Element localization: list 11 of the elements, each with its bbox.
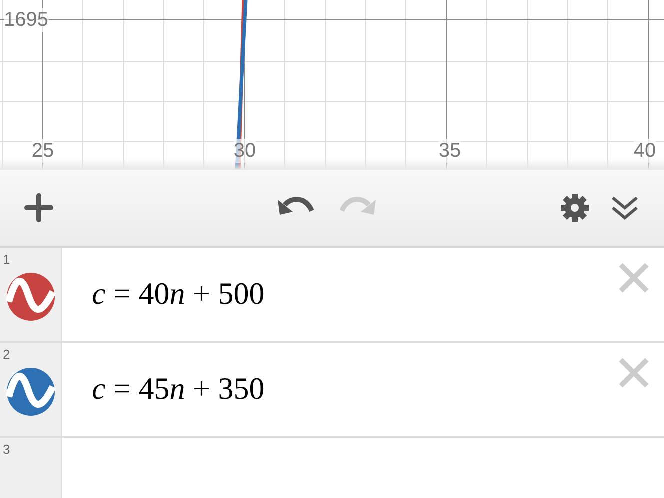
graph-style-icon[interactable] xyxy=(6,366,56,416)
expression-number: 1 xyxy=(3,252,10,267)
expression-number: 3 xyxy=(3,442,10,457)
expression-formula[interactable]: c = 45n + 350 xyxy=(92,366,265,413)
axis-tick-label: 1695 xyxy=(4,8,48,32)
expression-formula[interactable]: c = 40n + 500 xyxy=(92,271,265,318)
expression-number: 2 xyxy=(3,347,10,362)
settings-icon[interactable] xyxy=(558,191,592,225)
graph-style-icon[interactable] xyxy=(6,272,56,322)
axis-tick-label: 30 xyxy=(234,139,256,163)
add-icon[interactable] xyxy=(22,191,56,225)
